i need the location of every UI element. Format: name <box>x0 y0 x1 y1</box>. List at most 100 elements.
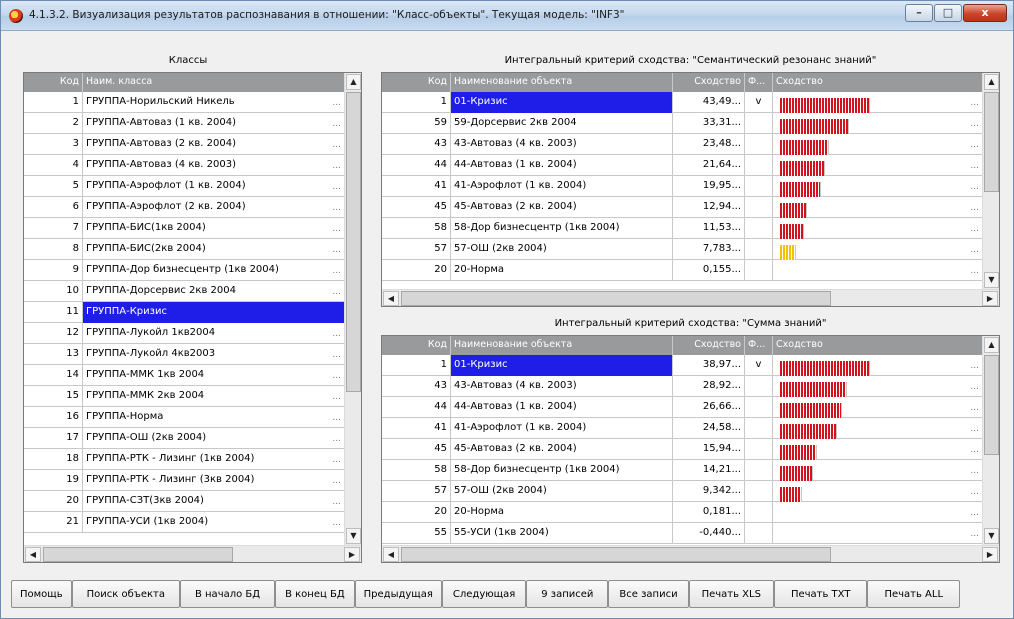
table-row[interactable]: 59 59-Дорсервис 2кв 2004 33,31...... <box>382 113 983 134</box>
semantic-vertical-scrollbar[interactable]: ▲ ▼ <box>982 73 999 289</box>
scroll-right-arrow-icon[interactable]: ▶ <box>982 291 998 306</box>
classes-vertical-scrollbar[interactable]: ▲ ▼ <box>344 73 361 545</box>
classes-horizontal-scrollbar[interactable]: ◀ ▶ <box>24 545 361 562</box>
table-row[interactable]: 55 55-УСИ (1кв 2004) -0,440...... <box>382 523 983 544</box>
table-row[interactable]: 20 20-Норма 0,181...... <box>382 502 983 523</box>
cell-class-name[interactable]: ГРУППА-УСИ (1кв 2004)... <box>83 512 345 533</box>
column-header-code[interactable]: Код <box>24 73 83 92</box>
print-txt-button[interactable]: Печать TXT <box>773 580 868 608</box>
column-header-similarity-bar[interactable]: Сходство <box>773 336 983 355</box>
semantic-horizontal-scrollbar[interactable]: ◀ ▶ <box>382 289 999 306</box>
table-row[interactable]: 45 45-Автоваз (2 кв. 2004) 15,94...... <box>382 439 983 460</box>
sum-table[interactable]: Код Наименование объекта Сходство Ф... Сходс… <box>381 335 1000 563</box>
scroll-down-arrow-icon[interactable]: ▼ <box>984 528 999 544</box>
table-row[interactable]: 13 ГРУППА-Лукойл 4кв2003... <box>24 344 345 365</box>
minimize-button[interactable]: – <box>905 4 933 22</box>
table-row[interactable]: 17 ГРУППА-ОШ (2кв 2004)... <box>24 428 345 449</box>
cell-class-name[interactable]: ГРУППА-Норильский Никель... <box>83 92 345 113</box>
table-row[interactable]: 20 ГРУППА-СЗТ(3кв 2004)... <box>24 491 345 512</box>
cell-object-name[interactable]: 57-ОШ (2кв 2004) <box>451 481 673 502</box>
table-row[interactable]: 58 58-Дор бизнесцентр (1кв 2004) 14,21....… <box>382 460 983 481</box>
cell-object-name[interactable]: 55-УСИ (1кв 2004) <box>451 523 673 544</box>
column-header-similarity[interactable]: Сходство <box>673 73 745 92</box>
help-button[interactable]: Помощь <box>11 580 72 608</box>
column-header-f[interactable]: Ф... <box>745 336 773 355</box>
scroll-thumb[interactable] <box>984 355 999 455</box>
cell-object-name[interactable]: 20-Норма <box>451 502 673 523</box>
column-header-object-name[interactable]: Наименование объекта <box>451 336 673 355</box>
column-header-code[interactable]: Код <box>382 336 451 355</box>
table-row[interactable]: 58 58-Дор бизнесцентр (1кв 2004) 11,53....… <box>382 218 983 239</box>
cell-class-name[interactable]: ГРУППА-Норма... <box>83 407 345 428</box>
column-header-similarity-bar[interactable]: Сходство <box>773 73 983 92</box>
column-header-class-name[interactable]: Наим. класса <box>83 73 345 92</box>
table-row[interactable]: 57 57-ОШ (2кв 2004) 7,783...... <box>382 239 983 260</box>
cell-class-name[interactable]: ГРУППА-РТК - Лизинг (1кв 2004)... <box>83 449 345 470</box>
cell-class-name[interactable]: ГРУППА-Дор бизнесцентр (1кв 2004)... <box>83 260 345 281</box>
cell-object-name[interactable]: 01-Кризис <box>451 355 673 376</box>
sum-horizontal-scrollbar[interactable]: ◀ ▶ <box>382 545 999 562</box>
table-row[interactable]: 7 ГРУППА-БИС(1кв 2004)... <box>24 218 345 239</box>
cell-class-name[interactable]: ГРУППА-Кризис <box>83 302 345 323</box>
find-object-button[interactable]: Поиск объекта <box>71 580 180 608</box>
cell-class-name[interactable]: ГРУППА-Дорсервис 2кв 2004... <box>83 281 345 302</box>
previous-button[interactable]: Предыдущая <box>354 580 442 608</box>
scroll-left-arrow-icon[interactable]: ◀ <box>383 547 399 562</box>
scroll-right-arrow-icon[interactable]: ▶ <box>344 547 360 562</box>
cell-class-name[interactable]: ГРУППА-Лукойл 1кв2004... <box>83 323 345 344</box>
cell-object-name[interactable]: 44-Автоваз (1 кв. 2004) <box>451 155 673 176</box>
table-row[interactable]: 4 ГРУППА-Автоваз (4 кв. 2003)... <box>24 155 345 176</box>
table-row[interactable]: 16 ГРУППА-Норма... <box>24 407 345 428</box>
table-row[interactable]: 44 44-Автоваз (1 кв. 2004) 21,64...... <box>382 155 983 176</box>
table-row[interactable]: 15 ГРУППА-ММК 2кв 2004... <box>24 386 345 407</box>
cell-object-name[interactable]: 41-Аэрофлот (1 кв. 2004) <box>451 176 673 197</box>
cell-object-name[interactable]: 57-ОШ (2кв 2004) <box>451 239 673 260</box>
all-records-button[interactable]: Все записи <box>608 580 689 608</box>
cell-class-name[interactable]: ГРУППА-БИС(2кв 2004)... <box>83 239 345 260</box>
go-to-start-button[interactable]: В начало БД <box>179 580 276 608</box>
title-bar[interactable]: 4.1.3.2. Визуализация результатов распоз… <box>1 1 1013 31</box>
classes-table[interactable]: Код Наим. класса 1 ГРУППА-Норильский Нике… <box>23 72 362 563</box>
print-xls-button[interactable]: Печать XLS <box>688 580 774 608</box>
cell-object-name[interactable]: 43-Автоваз (4 кв. 2003) <box>451 134 673 155</box>
scroll-up-arrow-icon[interactable]: ▲ <box>346 74 361 90</box>
cell-class-name[interactable]: ГРУППА-Аэрофлот (2 кв. 2004)... <box>83 197 345 218</box>
cell-object-name[interactable]: 41-Аэрофлот (1 кв. 2004) <box>451 418 673 439</box>
table-row[interactable]: 11 ГРУППА-Кризис <box>24 302 345 323</box>
cell-object-name[interactable]: 59-Дорсервис 2кв 2004 <box>451 113 673 134</box>
cell-object-name[interactable]: 20-Норма <box>451 260 673 281</box>
go-to-end-button[interactable]: В конец БД <box>275 580 355 608</box>
column-header-object-name[interactable]: Наименование объекта <box>451 73 673 92</box>
cell-class-name[interactable]: ГРУППА-ОШ (2кв 2004)... <box>83 428 345 449</box>
table-row[interactable]: 1 01-Кризис 43,49... v... <box>382 92 983 113</box>
table-row[interactable]: 1 01-Кризис 38,97... v... <box>382 355 983 376</box>
cell-class-name[interactable]: ГРУППА-ММК 1кв 2004... <box>83 365 345 386</box>
cell-object-name[interactable]: 45-Автоваз (2 кв. 2004) <box>451 439 673 460</box>
scroll-up-arrow-icon[interactable]: ▲ <box>984 74 999 90</box>
table-row[interactable]: 8 ГРУППА-БИС(2кв 2004)... <box>24 239 345 260</box>
scroll-right-arrow-icon[interactable]: ▶ <box>982 547 998 562</box>
table-row[interactable]: 41 41-Аэрофлот (1 кв. 2004) 19,95...... <box>382 176 983 197</box>
table-row[interactable]: 9 ГРУППА-Дор бизнесцентр (1кв 2004)... <box>24 260 345 281</box>
cell-class-name[interactable]: ГРУППА-СЗТ(3кв 2004)... <box>83 491 345 512</box>
cell-object-name[interactable]: 58-Дор бизнесцентр (1кв 2004) <box>451 460 673 481</box>
scroll-thumb[interactable] <box>984 92 999 192</box>
table-row[interactable]: 12 ГРУППА-Лукойл 1кв2004... <box>24 323 345 344</box>
scroll-thumb[interactable] <box>401 291 831 306</box>
cell-class-name[interactable]: ГРУППА-Автоваз (4 кв. 2003)... <box>83 155 345 176</box>
close-button[interactable]: x <box>963 4 1007 22</box>
table-row[interactable]: 1 ГРУППА-Норильский Никель... <box>24 92 345 113</box>
table-row[interactable]: 2 ГРУППА-Автоваз (1 кв. 2004)... <box>24 113 345 134</box>
scroll-thumb[interactable] <box>346 92 361 392</box>
table-row[interactable]: 45 45-Автоваз (2 кв. 2004) 12,94...... <box>382 197 983 218</box>
cell-object-name[interactable]: 44-Автоваз (1 кв. 2004) <box>451 397 673 418</box>
cell-object-name[interactable]: 45-Автоваз (2 кв. 2004) <box>451 197 673 218</box>
cell-object-name[interactable]: 01-Кризис <box>451 92 673 113</box>
table-row[interactable]: 14 ГРУППА-ММК 1кв 2004... <box>24 365 345 386</box>
next-button[interactable]: Следующая <box>441 580 527 608</box>
table-row[interactable]: 44 44-Автоваз (1 кв. 2004) 26,66...... <box>382 397 983 418</box>
cell-class-name[interactable]: ГРУППА-Автоваз (2 кв. 2004)... <box>83 134 345 155</box>
cell-class-name[interactable]: ГРУППА-Лукойл 4кв2003... <box>83 344 345 365</box>
column-header-code[interactable]: Код <box>382 73 451 92</box>
table-row[interactable]: 19 ГРУППА-РТК - Лизинг (3кв 2004)... <box>24 470 345 491</box>
